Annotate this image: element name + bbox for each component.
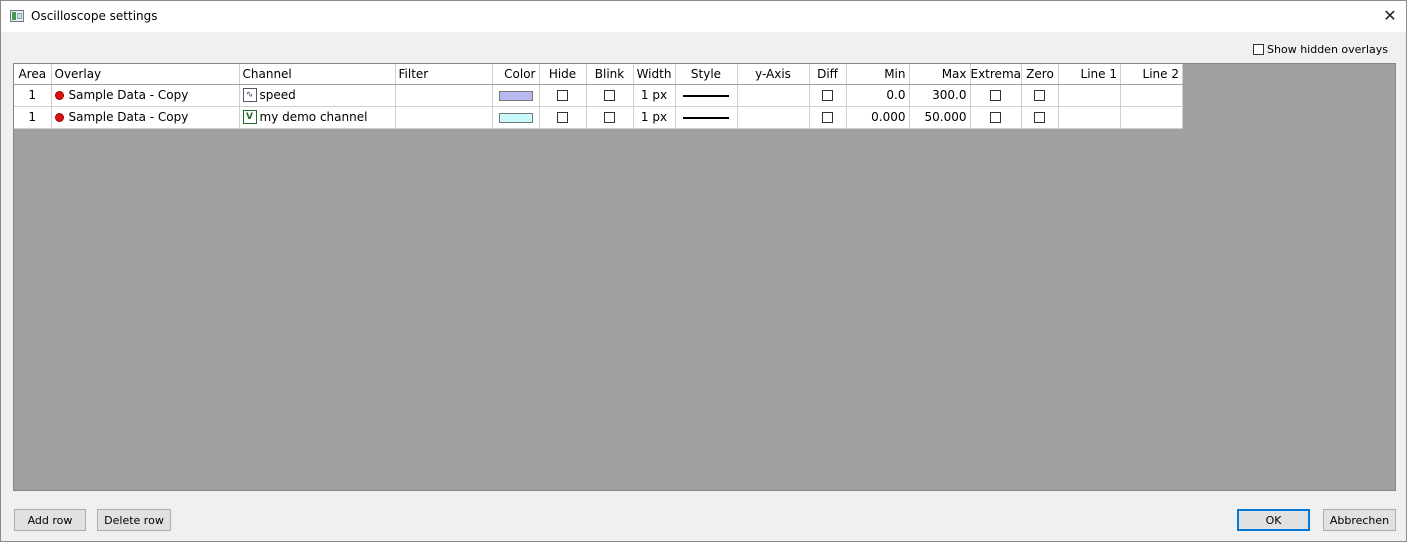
show-hidden-overlays-label: Show hidden overlays [1267, 43, 1388, 56]
style-cell[interactable] [675, 84, 738, 107]
ok-button[interactable]: OK [1237, 509, 1310, 531]
line-2-cell[interactable] [1120, 106, 1183, 129]
extrema-cell[interactable] [970, 106, 1022, 129]
checkbox-box[interactable] [1253, 44, 1265, 55]
overlay-grid: Area Overlay Channel Filter Color Hide B… [13, 63, 1396, 491]
hide-cell[interactable] [539, 106, 587, 129]
column-header-color[interactable]: Color [492, 64, 540, 85]
line-style-solid [683, 116, 729, 119]
column-header-channel[interactable]: Channel [239, 64, 396, 85]
extrema-checkbox[interactable] [990, 112, 1002, 123]
column-header-min[interactable]: Min [846, 64, 910, 85]
extrema-checkbox[interactable] [990, 90, 1002, 101]
column-header-line-1[interactable]: Line 1 [1058, 64, 1121, 85]
overlay-name: Sample Data - Copy [68, 110, 189, 124]
show-hidden-overlays-checkbox[interactable]: Show hidden overlays [1253, 43, 1388, 56]
line-2-cell[interactable] [1120, 84, 1183, 107]
width-cell[interactable]: 1 px [633, 84, 676, 107]
oscilloscope-app-icon [10, 10, 24, 22]
min-cell[interactable]: 0.0 [846, 84, 910, 107]
variable-channel-icon: V [242, 110, 257, 125]
column-header-max[interactable]: Max [909, 64, 971, 85]
area-cell[interactable]: 1 [14, 106, 52, 129]
filter-cell[interactable] [395, 106, 493, 129]
hide-checkbox[interactable] [557, 112, 568, 123]
close-icon[interactable]: ✕ [1382, 7, 1398, 25]
diff-cell[interactable] [809, 84, 847, 107]
column-header-line-2[interactable]: Line 2 [1120, 64, 1183, 85]
min-cell[interactable]: 0.000 [846, 106, 910, 129]
column-header-filter[interactable]: Filter [395, 64, 493, 85]
column-header-overlay[interactable]: Overlay [51, 64, 240, 85]
channel-name: my demo channel [259, 109, 368, 124]
area-cell[interactable]: 1 [14, 84, 52, 107]
title-bar: Oscilloscope settings ✕ [1, 1, 1406, 32]
zero-checkbox[interactable] [1034, 90, 1046, 101]
max-cell[interactable]: 50.000 [909, 106, 971, 129]
add-row-button[interactable]: Add row [14, 509, 86, 531]
color-cell[interactable] [492, 84, 540, 107]
oscilloscope-settings-dialog: Oscilloscope settings ✕ Show hidden over… [0, 0, 1407, 542]
column-header-area[interactable]: Area [14, 64, 52, 85]
channel-name: speed [259, 87, 296, 102]
color-swatch[interactable] [498, 112, 533, 123]
overlay-cell[interactable]: Sample Data - Copy [51, 106, 240, 129]
y-axis-cell[interactable] [737, 106, 810, 129]
blink-cell[interactable] [586, 84, 634, 107]
column-header-y-axis[interactable]: y-Axis [737, 64, 810, 85]
cancel-button[interactable]: Abbrechen [1323, 509, 1396, 531]
table-header-row: Area Overlay Channel Filter Color Hide B… [14, 64, 1183, 85]
blink-cell[interactable] [586, 106, 634, 129]
line-1-cell[interactable] [1058, 106, 1121, 129]
overlay-status-dot-icon [54, 91, 64, 100]
zero-checkbox[interactable] [1034, 112, 1046, 123]
column-header-style[interactable]: Style [675, 64, 738, 85]
column-header-width[interactable]: Width [633, 64, 676, 85]
max-cell[interactable]: 300.0 [909, 84, 971, 107]
column-header-diff[interactable]: Diff [809, 64, 847, 85]
overlay-cell[interactable]: Sample Data - Copy [51, 84, 240, 107]
blink-checkbox[interactable] [604, 90, 615, 101]
delete-row-button[interactable]: Delete row [97, 509, 171, 531]
hide-checkbox[interactable] [557, 90, 568, 101]
line-1-cell[interactable] [1058, 84, 1121, 107]
table-row[interactable]: 1 Sample Data - Copy ∿ speed 1 px 0.0 300… [14, 84, 1183, 107]
channel-cell[interactable]: Vmy demo channel [239, 106, 396, 129]
y-axis-cell[interactable] [737, 84, 810, 107]
column-header-blink[interactable]: Blink [586, 64, 634, 85]
column-header-hide[interactable]: Hide [539, 64, 587, 85]
extrema-cell[interactable] [970, 84, 1022, 107]
color-swatch[interactable] [498, 90, 533, 101]
overlay-table: Area Overlay Channel Filter Color Hide B… [14, 64, 1183, 129]
zero-cell[interactable] [1021, 106, 1059, 129]
width-cell[interactable]: 1 px [633, 106, 676, 129]
column-header-zero[interactable]: Zero [1021, 64, 1059, 85]
blink-checkbox[interactable] [604, 112, 615, 123]
column-header-extrema[interactable]: Extrema [970, 64, 1022, 85]
channel-cell[interactable]: ∿ speed [239, 84, 396, 107]
zero-cell[interactable] [1021, 84, 1059, 107]
hide-cell[interactable] [539, 84, 587, 107]
line-style-solid [683, 94, 729, 97]
overlay-status-dot-icon [54, 113, 64, 122]
window-title: Oscilloscope settings [31, 9, 158, 23]
diff-cell[interactable] [809, 106, 847, 129]
waveform-channel-icon: ∿ [242, 88, 257, 103]
overlay-name: Sample Data - Copy [68, 88, 189, 102]
color-cell[interactable] [492, 106, 540, 129]
diff-checkbox[interactable] [822, 90, 833, 101]
filter-cell[interactable] [395, 84, 493, 107]
diff-checkbox[interactable] [822, 112, 833, 123]
table-row[interactable]: 1 Sample Data - Copy Vmy demo channel 1 … [14, 106, 1183, 129]
style-cell[interactable] [675, 106, 738, 129]
